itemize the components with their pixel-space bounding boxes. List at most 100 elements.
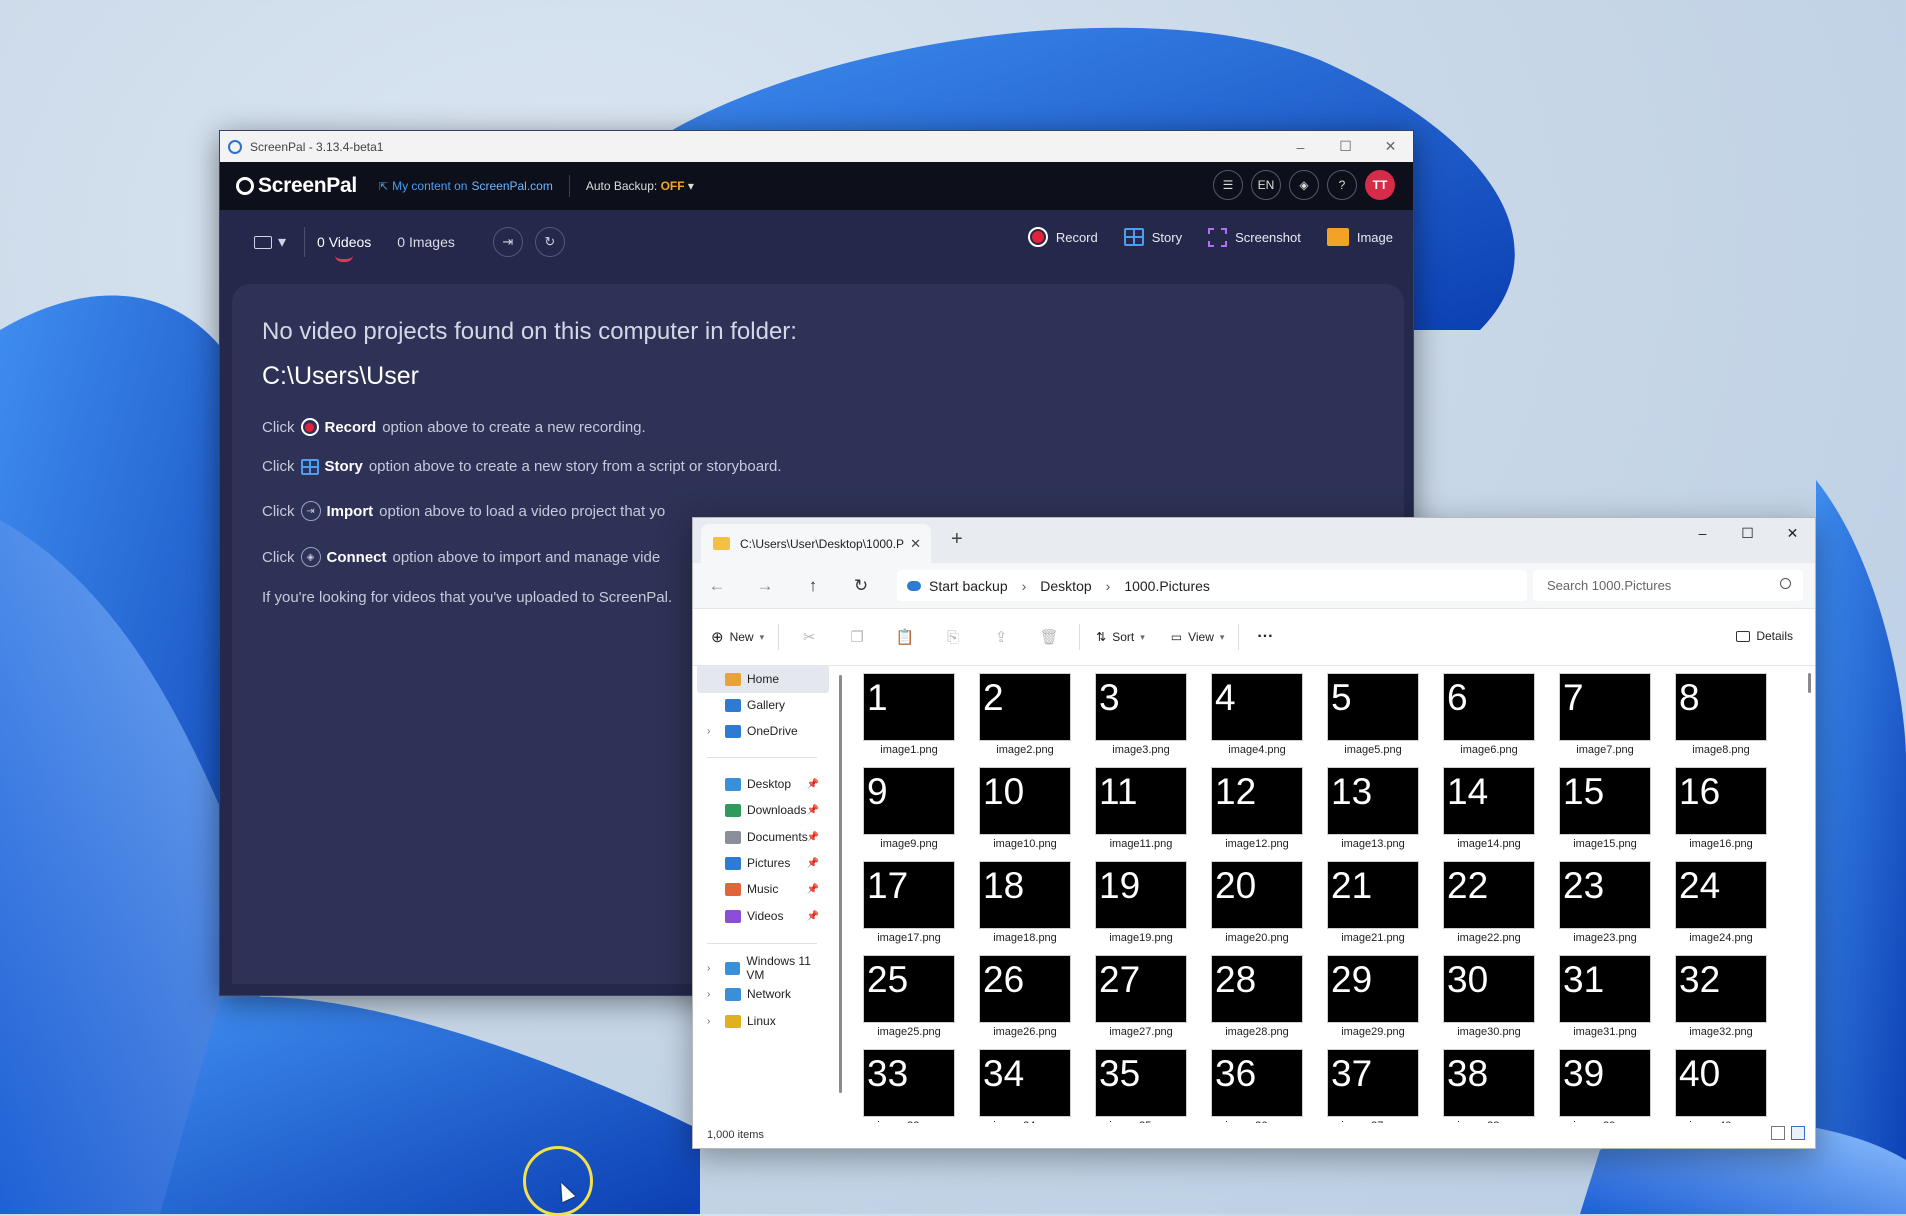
copy-icon[interactable]: ❐: [833, 628, 881, 646]
minimize-button[interactable]: –: [1680, 518, 1725, 548]
file-tile[interactable]: 14 image14.png: [1423, 759, 1535, 851]
up-icon[interactable]: ↑: [789, 576, 837, 596]
tab-images[interactable]: 0 Images: [397, 234, 455, 250]
file-tile[interactable]: 18 image18.png: [959, 853, 1071, 945]
auto-backup-dropdown[interactable]: Auto Backup: OFF ▾: [586, 179, 694, 193]
record-button[interactable]: Record: [1027, 227, 1098, 247]
minimize-button[interactable]: –: [1278, 131, 1323, 162]
my-content-link[interactable]: ⇱ My content on ScreenPal.com: [379, 179, 553, 193]
file-tile[interactable]: 38image38.png: [1423, 1041, 1535, 1123]
file-tile[interactable]: 30 image30.png: [1423, 947, 1535, 1039]
file-tile[interactable]: 3 image3.png: [1075, 665, 1187, 757]
sidebar-item-gallery[interactable]: Gallery: [693, 691, 829, 719]
file-tile[interactable]: 1 image1.png: [843, 665, 955, 757]
image-button[interactable]: Image: [1326, 227, 1393, 247]
back-icon[interactable]: ←: [693, 576, 741, 596]
new-button[interactable]: ⊕ New ▾: [711, 628, 764, 646]
folder-dropdown[interactable]: ▾: [254, 232, 286, 252]
details-view-icon[interactable]: [1771, 1126, 1785, 1140]
more-options-button[interactable]: ···: [1257, 628, 1273, 646]
navigation-scrollbar[interactable]: [839, 675, 842, 1093]
breadcrumb[interactable]: Start backup › Desktop › 1000.Pictures: [897, 570, 1527, 601]
file-tile[interactable]: 29 image29.png: [1307, 947, 1419, 1039]
close-tab-icon[interactable]: ✕: [910, 536, 921, 552]
pin-icon[interactable]: 📌: [807, 884, 819, 895]
breadcrumb-start-backup[interactable]: Start backup: [929, 578, 1008, 594]
maximize-button[interactable]: ☐: [1725, 518, 1770, 548]
file-tile[interactable]: 17 image17.png: [843, 853, 955, 945]
sidebar-item-home[interactable]: Home: [697, 665, 829, 693]
pin-icon[interactable]: 📌: [807, 832, 819, 843]
file-tile[interactable]: 27 image27.png: [1075, 947, 1187, 1039]
sidebar-item-documents[interactable]: Documents 📌: [693, 823, 829, 851]
cut-icon[interactable]: ✂: [785, 628, 833, 646]
rename-icon[interactable]: ⎘: [929, 629, 977, 646]
file-tile[interactable]: 33image33.png: [843, 1041, 955, 1123]
file-tile[interactable]: 5 image5.png: [1307, 665, 1419, 757]
file-tile[interactable]: 21 image21.png: [1307, 853, 1419, 945]
import-icon[interactable]: ⇥: [492, 227, 523, 257]
new-tab-button[interactable]: +: [951, 528, 963, 551]
tab-videos[interactable]: 0 Videos: [317, 234, 371, 262]
breadcrumb-desktop[interactable]: Desktop: [1040, 578, 1091, 594]
file-tile[interactable]: 40image40.png: [1655, 1041, 1767, 1123]
delete-icon[interactable]: 🗑: [1025, 628, 1073, 646]
sidebar-item-desktop[interactable]: Desktop 📌: [693, 770, 829, 798]
chevron-right-icon[interactable]: ›: [707, 1016, 710, 1027]
share-icon[interactable]: ⇪: [977, 628, 1025, 646]
forward-icon[interactable]: →: [741, 576, 789, 596]
file-tile[interactable]: 28 image28.png: [1191, 947, 1303, 1039]
sort-button[interactable]: ⇅ Sort ▾: [1096, 630, 1145, 644]
file-tile[interactable]: 37image37.png: [1307, 1041, 1419, 1123]
file-tile[interactable]: 11 image11.png: [1075, 759, 1187, 851]
close-button[interactable]: ✕: [1770, 518, 1815, 548]
file-tile[interactable]: 22 image22.png: [1423, 853, 1535, 945]
sidebar-item-windows-11-vm[interactable]: › Windows 11 VM: [693, 954, 829, 982]
file-tile[interactable]: 16 image16.png: [1655, 759, 1767, 851]
sidebar-item-downloads[interactable]: Downloads 📌: [693, 796, 829, 824]
file-tile[interactable]: 2 image2.png: [959, 665, 1071, 757]
file-tile[interactable]: 26 image26.png: [959, 947, 1071, 1039]
file-tile[interactable]: 20 image20.png: [1191, 853, 1303, 945]
file-tile[interactable]: 6 image6.png: [1423, 665, 1535, 757]
sidebar-item-videos[interactable]: Videos 📌: [693, 902, 829, 930]
language-button[interactable]: EN: [1251, 170, 1281, 200]
avatar[interactable]: TT: [1365, 170, 1395, 200]
search-input[interactable]: Search 1000.Pictures: [1533, 570, 1803, 601]
close-button[interactable]: ✕: [1368, 131, 1413, 162]
pin-icon[interactable]: 📌: [807, 779, 819, 790]
file-tile[interactable]: 35image35.png: [1075, 1041, 1187, 1123]
maximize-button[interactable]: ☐: [1323, 131, 1368, 162]
pin-icon[interactable]: 📌: [807, 858, 819, 869]
file-tile[interactable]: 25 image25.png: [843, 947, 955, 1039]
file-tile[interactable]: 39image39.png: [1539, 1041, 1651, 1123]
file-tile[interactable]: 34image34.png: [959, 1041, 1071, 1123]
file-tile[interactable]: 12 image12.png: [1191, 759, 1303, 851]
file-tile[interactable]: 7 image7.png: [1539, 665, 1651, 757]
chevron-right-icon[interactable]: ›: [707, 963, 710, 974]
file-tile[interactable]: 19 image19.png: [1075, 853, 1187, 945]
file-tile[interactable]: 10 image10.png: [959, 759, 1071, 851]
screenshot-button[interactable]: Screenshot: [1208, 227, 1301, 247]
file-tile[interactable]: 31 image31.png: [1539, 947, 1651, 1039]
screenpal-logo[interactable]: ScreenPal: [236, 174, 357, 198]
sidebar-item-pictures[interactable]: Pictures 📌: [693, 849, 829, 877]
sidebar-item-onedrive[interactable]: › OneDrive: [693, 717, 829, 745]
file-tile[interactable]: 13 image13.png: [1307, 759, 1419, 851]
story-button[interactable]: Story: [1123, 227, 1182, 247]
file-tile[interactable]: 9 image9.png: [843, 759, 955, 851]
refresh-icon[interactable]: ↻: [534, 227, 565, 257]
explorer-tab[interactable]: C:\Users\User\Desktop\1000.P ✕: [701, 524, 931, 563]
sidebar-item-network[interactable]: › Network: [693, 980, 829, 1008]
file-tile[interactable]: 15 image15.png: [1539, 759, 1651, 851]
help-button[interactable]: ?: [1327, 170, 1357, 200]
details-button[interactable]: Details: [1736, 629, 1793, 643]
menu-icon[interactable]: ☰: [1213, 170, 1243, 200]
refresh-icon[interactable]: ↻: [837, 576, 885, 596]
file-tile[interactable]: 23 image23.png: [1539, 853, 1651, 945]
view-button[interactable]: ▭ View ▾: [1171, 630, 1225, 644]
pin-icon[interactable]: 📌: [807, 911, 819, 922]
file-tile[interactable]: 24 image24.png: [1655, 853, 1767, 945]
file-grid-scrollbar[interactable]: [1808, 673, 1811, 693]
file-tile[interactable]: 32 image32.png: [1655, 947, 1767, 1039]
